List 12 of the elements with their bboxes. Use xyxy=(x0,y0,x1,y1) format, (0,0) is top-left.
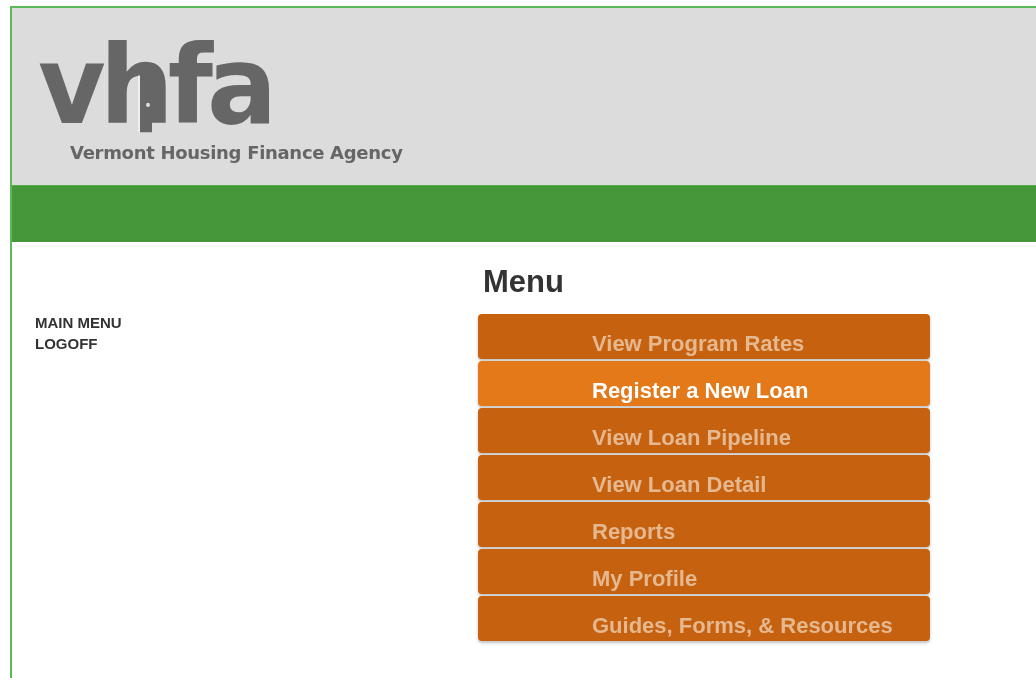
menu-item[interactable]: Register a New Loan xyxy=(478,361,930,406)
logo-tagline: Vermont Housing Finance Agency xyxy=(70,142,403,163)
menu-item[interactable]: View Program Rates xyxy=(478,314,930,359)
menu-item[interactable]: Guides, Forms, & Resources xyxy=(478,596,930,641)
menu-item[interactable]: View Loan Detail xyxy=(478,455,930,500)
menu-item[interactable]: My Profile xyxy=(478,549,930,594)
nav-link[interactable]: MAIN MENU xyxy=(35,312,453,333)
menu-item[interactable]: Reports xyxy=(478,502,930,547)
menu-item[interactable]: View Loan Pipeline xyxy=(478,408,930,453)
menu-title: Menu xyxy=(483,264,565,300)
nav-link[interactable]: LOGOFF xyxy=(35,333,453,354)
logo-wordmark: vhfa xyxy=(38,35,272,135)
